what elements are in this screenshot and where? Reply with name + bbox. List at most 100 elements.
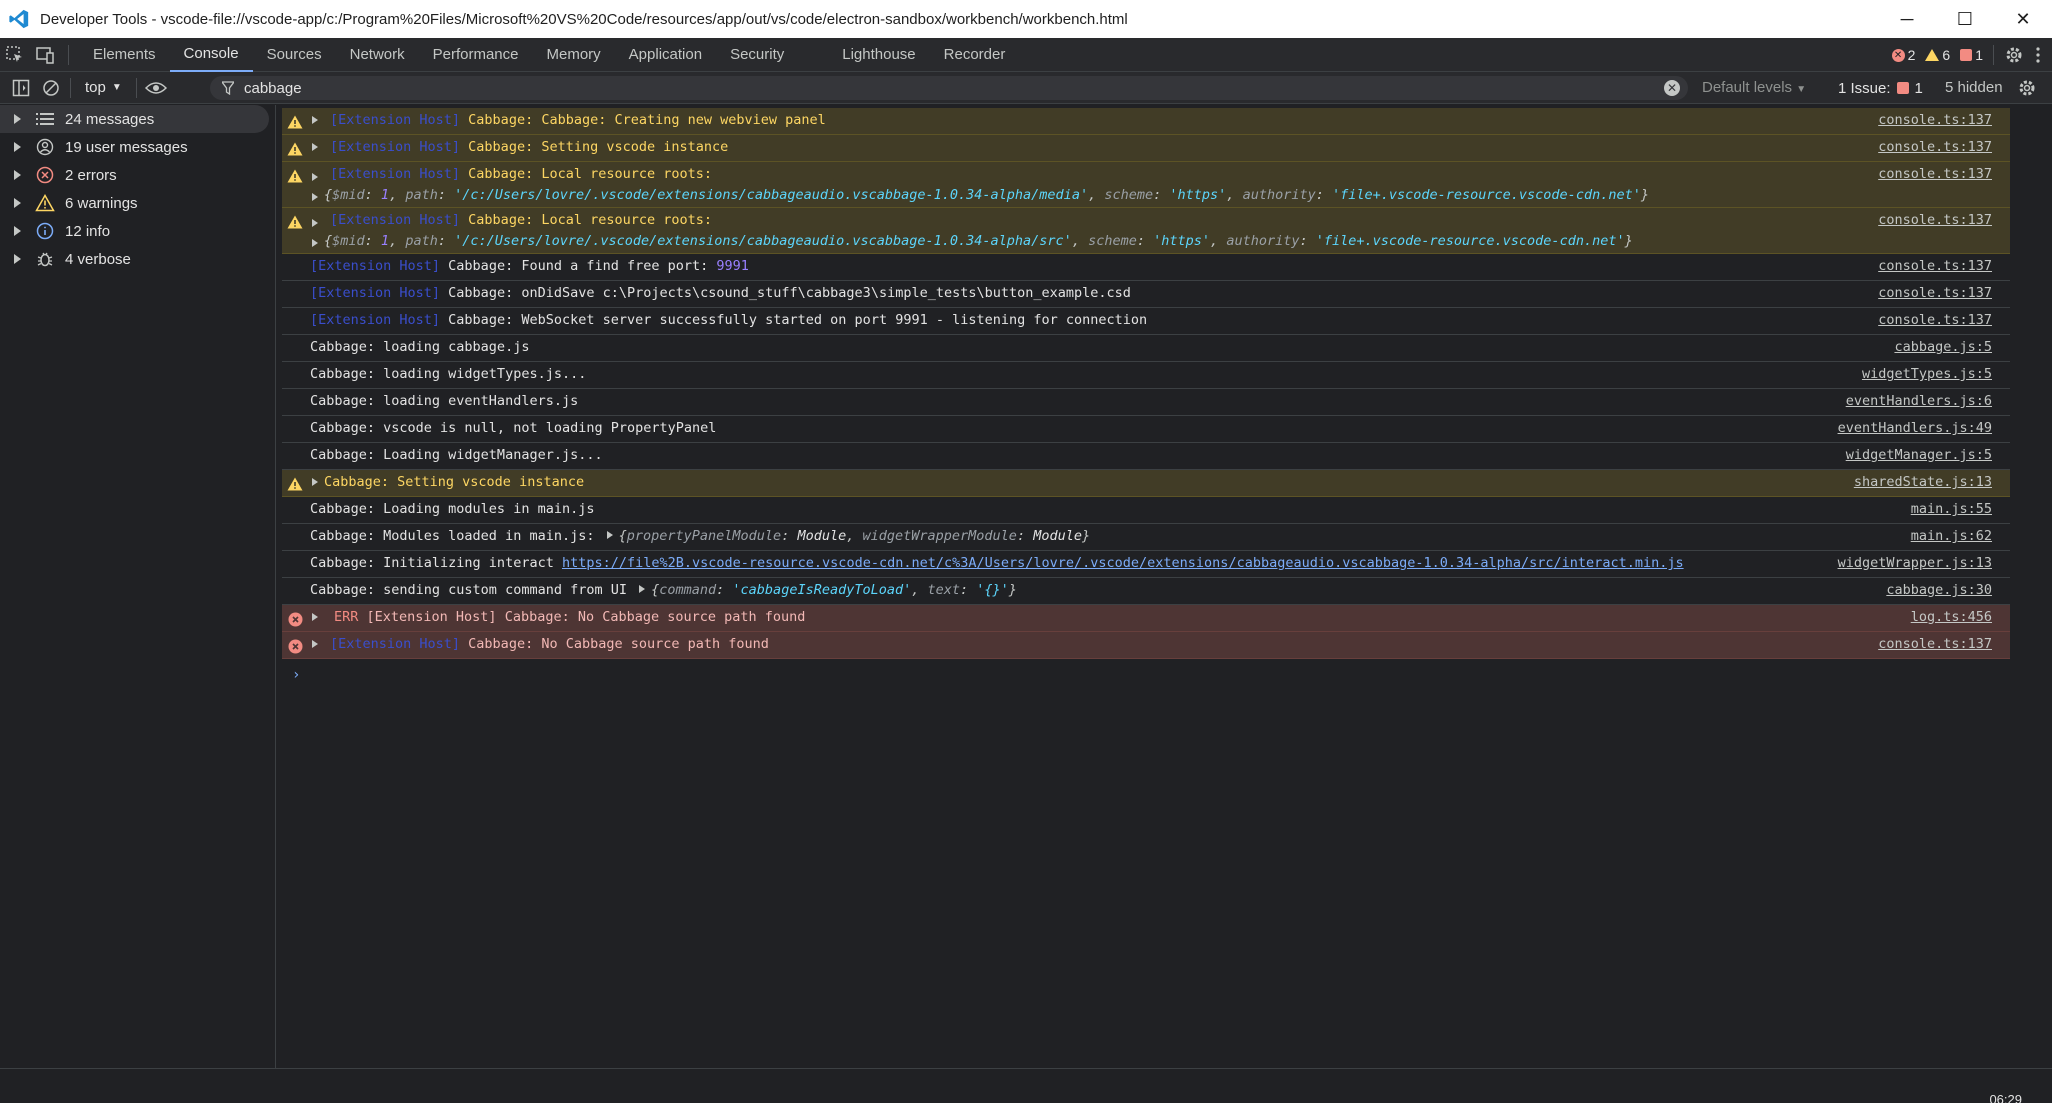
- console-message-warning[interactable]: Cabbage: Setting vscode instance sharedS…: [282, 470, 2010, 497]
- source-link[interactable]: eventHandlers.js:49: [1838, 420, 1992, 436]
- sidebar-item-messages[interactable]: 24 messages: [0, 105, 269, 133]
- expand-object-caret-icon[interactable]: [308, 187, 322, 203]
- sidebar-item-warnings[interactable]: 6 warnings: [0, 189, 275, 217]
- source-link[interactable]: eventHandlers.js:6: [1846, 393, 1992, 409]
- more-options-icon[interactable]: [2034, 45, 2042, 65]
- source-link[interactable]: console.ts:137: [1878, 166, 1992, 182]
- tab-performance[interactable]: Performance: [419, 38, 533, 72]
- expand-caret-icon[interactable]: [308, 166, 322, 183]
- object-preview[interactable]: {$mid: 1, path: '/c:/Users/lovre/.vscode…: [322, 233, 1633, 249]
- expand-caret-icon[interactable]: [308, 636, 322, 648]
- source-link[interactable]: main.js:55: [1911, 501, 1992, 517]
- log-levels-dropdown[interactable]: Default levels ▼: [1702, 72, 1806, 104]
- console-message[interactable]: Cabbage: sending custom command from UI …: [282, 578, 2010, 605]
- context-selector[interactable]: top ▼: [75, 79, 132, 96]
- toggle-sidebar-icon[interactable]: [6, 72, 36, 104]
- tab-console[interactable]: Console: [169, 38, 253, 72]
- issue-count-badge[interactable]: 1: [1960, 47, 1983, 63]
- console-message-warning[interactable]: [Extension Host] Cabbage: Cabbage: Creat…: [282, 108, 2010, 135]
- filter-icon: [222, 81, 234, 95]
- expand-caret-icon: [14, 142, 21, 152]
- console-message[interactable]: Cabbage: vscode is null, not loading Pro…: [282, 416, 2010, 443]
- console-message[interactable]: Cabbage: Loading modules in main.js main…: [282, 497, 2010, 524]
- live-expression-eye-icon[interactable]: [141, 72, 171, 104]
- tab-elements[interactable]: Elements: [79, 38, 170, 72]
- source-link[interactable]: widgetWrapper.js:13: [1838, 555, 1992, 571]
- warning-icon: [282, 139, 308, 156]
- console-toolbar: top ▼ cabbage ✕ Default levels ▼ 1 Issue…: [0, 72, 2052, 104]
- console-message[interactable]: Cabbage: Modules loaded in main.js: {pro…: [282, 524, 2010, 551]
- console-settings-gear-icon[interactable]: [2012, 72, 2042, 104]
- sidebar-item-errors[interactable]: 2 errors: [0, 161, 275, 189]
- expand-caret-icon[interactable]: [308, 112, 322, 124]
- tab-sources[interactable]: Sources: [253, 38, 336, 72]
- source-link[interactable]: console.ts:137: [1878, 112, 1992, 128]
- console-message-warning[interactable]: [Extension Host] Cabbage: Setting vscode…: [282, 135, 2010, 162]
- console-message[interactable]: [Extension Host] Cabbage: onDidSave c:\P…: [282, 281, 2010, 308]
- console-filter-input[interactable]: cabbage ✕: [210, 76, 1688, 100]
- source-link[interactable]: cabbage.js:5: [1894, 339, 1992, 355]
- console-message-warning[interactable]: [Extension Host] Cabbage: Local resource…: [282, 162, 2010, 208]
- console-message-error[interactable]: [Extension Host] Cabbage: No Cabbage sou…: [282, 632, 2010, 659]
- source-link[interactable]: main.js:62: [1911, 528, 1992, 544]
- expand-caret-icon[interactable]: [308, 474, 322, 486]
- vscode-logo-icon: [9, 9, 29, 29]
- source-link[interactable]: cabbage.js:30: [1886, 582, 1992, 598]
- clear-filter-icon[interactable]: ✕: [1664, 80, 1680, 96]
- expand-object-caret-icon[interactable]: [606, 531, 613, 539]
- close-button[interactable]: ✕: [1994, 0, 2052, 38]
- source-link[interactable]: widgetTypes.js:5: [1862, 366, 1992, 382]
- source-link[interactable]: widgetManager.js:5: [1846, 447, 1992, 463]
- console-message[interactable]: Cabbage: Loading widgetManager.js... wid…: [282, 443, 2010, 470]
- issue-icon: [1896, 82, 1909, 94]
- sidebar-item-user-messages[interactable]: 19 user messages: [0, 133, 275, 161]
- console-message[interactable]: [Extension Host] Cabbage: WebSocket serv…: [282, 308, 2010, 335]
- source-link[interactable]: console.ts:137: [1878, 285, 1992, 301]
- minimize-button[interactable]: ─: [1878, 0, 1936, 38]
- tab-network[interactable]: Network: [336, 38, 419, 72]
- issues-counter[interactable]: 1 Issue: 1: [1838, 72, 1923, 104]
- sidebar-item-info[interactable]: 12 info: [0, 217, 275, 245]
- source-link[interactable]: sharedState.js:13: [1854, 474, 1992, 490]
- warning-count-badge[interactable]: 6: [1925, 47, 1950, 63]
- device-toolbar-icon[interactable]: [30, 38, 60, 72]
- console-message[interactable]: [Extension Host] Cabbage: Found a find f…: [282, 254, 2010, 281]
- expand-caret-icon[interactable]: [308, 609, 322, 621]
- console-prompt-input[interactable]: ›: [282, 659, 2052, 683]
- object-preview[interactable]: {command: 'cabbageIsReadyToLoad', text: …: [651, 582, 1017, 598]
- console-message[interactable]: Cabbage: loading eventHandlers.js eventH…: [282, 389, 2010, 416]
- expand-object-caret-icon[interactable]: [639, 585, 646, 593]
- maximize-button[interactable]: ☐: [1936, 0, 1994, 38]
- sidebar-item-verbose[interactable]: 4 verbose: [0, 245, 275, 273]
- tab-application[interactable]: Application: [615, 38, 716, 72]
- console-messages: [Extension Host] Cabbage: Cabbage: Creat…: [282, 108, 2052, 1068]
- console-message-error[interactable]: ERR [Extension Host] Cabbage: No Cabbage…: [282, 605, 2010, 632]
- tab-recorder[interactable]: Recorder: [930, 38, 1020, 72]
- clear-console-icon[interactable]: [36, 72, 66, 104]
- source-link[interactable]: console.ts:137: [1878, 139, 1992, 155]
- inspect-element-icon[interactable]: [0, 38, 30, 72]
- object-preview[interactable]: {propertyPanelModule: Module, widgetWrap…: [619, 528, 1091, 544]
- console-message[interactable]: Cabbage: loading cabbage.js cabbage.js:5: [282, 335, 2010, 362]
- source-link[interactable]: console.ts:137: [1878, 636, 1992, 652]
- chevron-down-icon: ▼: [111, 82, 122, 93]
- expand-caret-icon: [14, 226, 21, 236]
- source-link[interactable]: console.ts:137: [1878, 212, 1992, 228]
- expand-object-caret-icon[interactable]: [308, 233, 322, 249]
- source-link[interactable]: console.ts:137: [1878, 312, 1992, 328]
- error-count-badge[interactable]: ✕ 2: [1891, 47, 1915, 63]
- source-link[interactable]: log.ts:456: [1911, 609, 1992, 625]
- tab-lighthouse[interactable]: Lighthouse: [828, 38, 929, 72]
- expand-caret-icon[interactable]: [308, 212, 322, 229]
- console-message[interactable]: Cabbage: loading widgetTypes.js... widge…: [282, 362, 2010, 389]
- settings-gear-icon[interactable]: [2004, 45, 2024, 65]
- tab-memory[interactable]: Memory: [533, 38, 615, 72]
- interact-script-link[interactable]: https://file%2B.vscode-resource.vscode-c…: [562, 555, 1684, 571]
- source-link[interactable]: console.ts:137: [1878, 258, 1992, 274]
- tab-security[interactable]: Security: [716, 38, 798, 72]
- object-preview[interactable]: {$mid: 1, path: '/c:/Users/lovre/.vscode…: [322, 187, 1649, 203]
- expand-caret-icon[interactable]: [308, 139, 322, 151]
- console-message[interactable]: Cabbage: Initializing interact https://f…: [282, 551, 2010, 578]
- bug-icon: [35, 249, 55, 269]
- console-message-warning[interactable]: [Extension Host] Cabbage: Local resource…: [282, 208, 2010, 254]
